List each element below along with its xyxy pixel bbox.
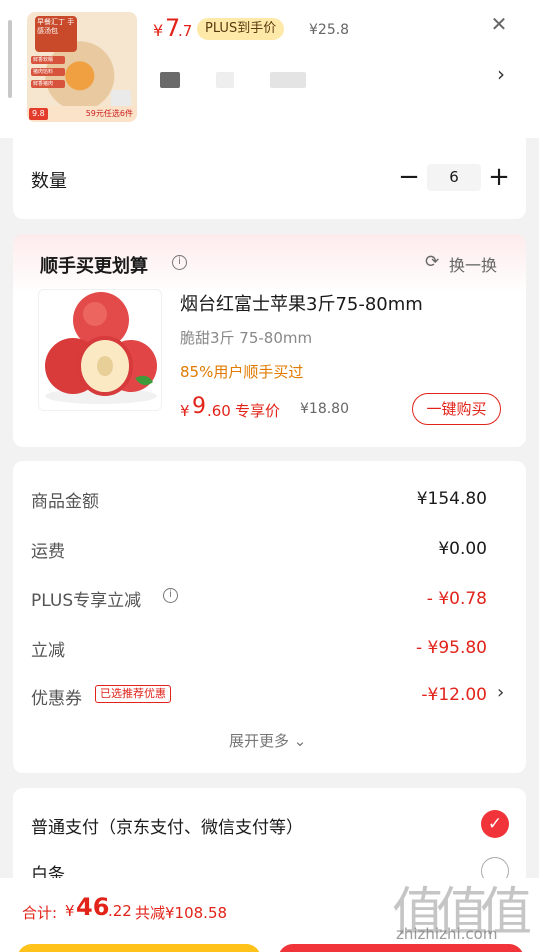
plus-price-badge: PLUS到手价 (197, 18, 285, 40)
quantity-plus-button[interactable]: + (488, 162, 510, 192)
apple-icon (45, 292, 157, 404)
price-decimal: .7 (178, 22, 193, 40)
coupon-label[interactable]: 优惠券 (31, 684, 82, 709)
expand-more-label: 展开更多 (229, 732, 290, 750)
chevron-right-icon[interactable]: › (497, 62, 505, 86)
addon-share-label: 专享价 (235, 402, 281, 420)
thumbnail-banner: 早餐汇丁 手感汤包 (35, 16, 77, 52)
coupon-value[interactable]: -¥12.00 (421, 685, 487, 705)
chevron-right-icon[interactable]: › (497, 682, 504, 703)
refresh-icon[interactable]: ⟳ (425, 254, 442, 271)
spec-option[interactable] (160, 72, 180, 88)
instant-discount-label: 立减 (31, 641, 65, 661)
total-integer: 46 (76, 893, 110, 921)
product-thumbnail[interactable]: 早餐汇丁 手感汤包 鲜香软糯 猪肉馅料 鲜香猪肉 9.8 59元任选6件 (27, 12, 137, 122)
thumbnail-price: 9.8 (29, 108, 48, 120)
goods-amount-label: 商品金额 (31, 492, 99, 512)
total-symbol: ¥ (65, 902, 75, 920)
watermark-text: zhizhizhi.com (396, 925, 498, 943)
thumbnail-pill: 鲜香猪肉 (31, 80, 65, 88)
spec-option[interactable] (216, 72, 234, 88)
price-symbol: ¥ (153, 21, 164, 40)
instant-discount-value: - ¥95.80 (415, 638, 487, 658)
addon-product-tip: 85%用户顺手买过 (180, 363, 304, 381)
plus-discount-label: PLUS专享立减 (31, 591, 142, 611)
submit-order-button[interactable] (278, 944, 524, 952)
addon-title: 顺手买更划算 (40, 256, 148, 277)
goods-amount-value: ¥154.80 (416, 489, 487, 509)
addon-product-name[interactable]: 烟台红富士苹果3斤75-80mm (180, 290, 423, 316)
spec-option[interactable] (270, 72, 306, 88)
scrollbar[interactable] (8, 20, 12, 98)
info-icon[interactable]: i (163, 588, 178, 603)
addon-original-price: ¥18.80 (300, 401, 349, 417)
addon-price-symbol: ¥ (180, 402, 190, 420)
original-price: ¥25.8 (309, 22, 350, 38)
refresh-button[interactable]: 换一换 (449, 252, 497, 276)
plus-discount-value: - ¥0.78 (426, 589, 487, 609)
shipping-value: ¥0.00 (438, 539, 487, 559)
expand-more-button[interactable]: 展开更多 ⌄ (229, 730, 306, 751)
total-label: 合计: (22, 904, 58, 922)
chevron-down-icon: ⌄ (289, 732, 307, 750)
info-icon[interactable]: i (172, 255, 187, 270)
coupon-tag[interactable]: 已选推荐优惠 (95, 685, 171, 703)
normal-payment-option[interactable]: 普通支付（京东支付、微信支付等） (31, 813, 303, 838)
thumbnail-promo: 59元任选6件 (85, 109, 133, 118)
close-icon[interactable]: ✕ (489, 14, 509, 34)
addon-product-spec: 脆甜3斤 75-80mm (180, 329, 313, 347)
secondary-pay-button[interactable] (17, 944, 261, 952)
total-decimal: .22 (108, 902, 132, 920)
thumbnail-pill: 鲜香软糯 (31, 56, 65, 64)
checkmark-icon[interactable]: ✓ (481, 810, 509, 838)
thumbnail-pill: 猪肉馅料 (31, 68, 65, 76)
total-saving: 共减¥108.58 (135, 904, 228, 922)
one-click-buy-button[interactable]: 一键购买 (412, 393, 501, 425)
quantity-minus-button[interactable]: − (398, 162, 420, 192)
apple-product-image[interactable] (38, 289, 162, 411)
addon-price-decimal: .60 (207, 402, 231, 420)
addon-price-integer: 9 (192, 394, 206, 419)
quantity-label: 数量 (31, 171, 67, 192)
shipping-label: 运费 (31, 542, 65, 562)
quantity-input[interactable]: 6 (427, 164, 481, 191)
